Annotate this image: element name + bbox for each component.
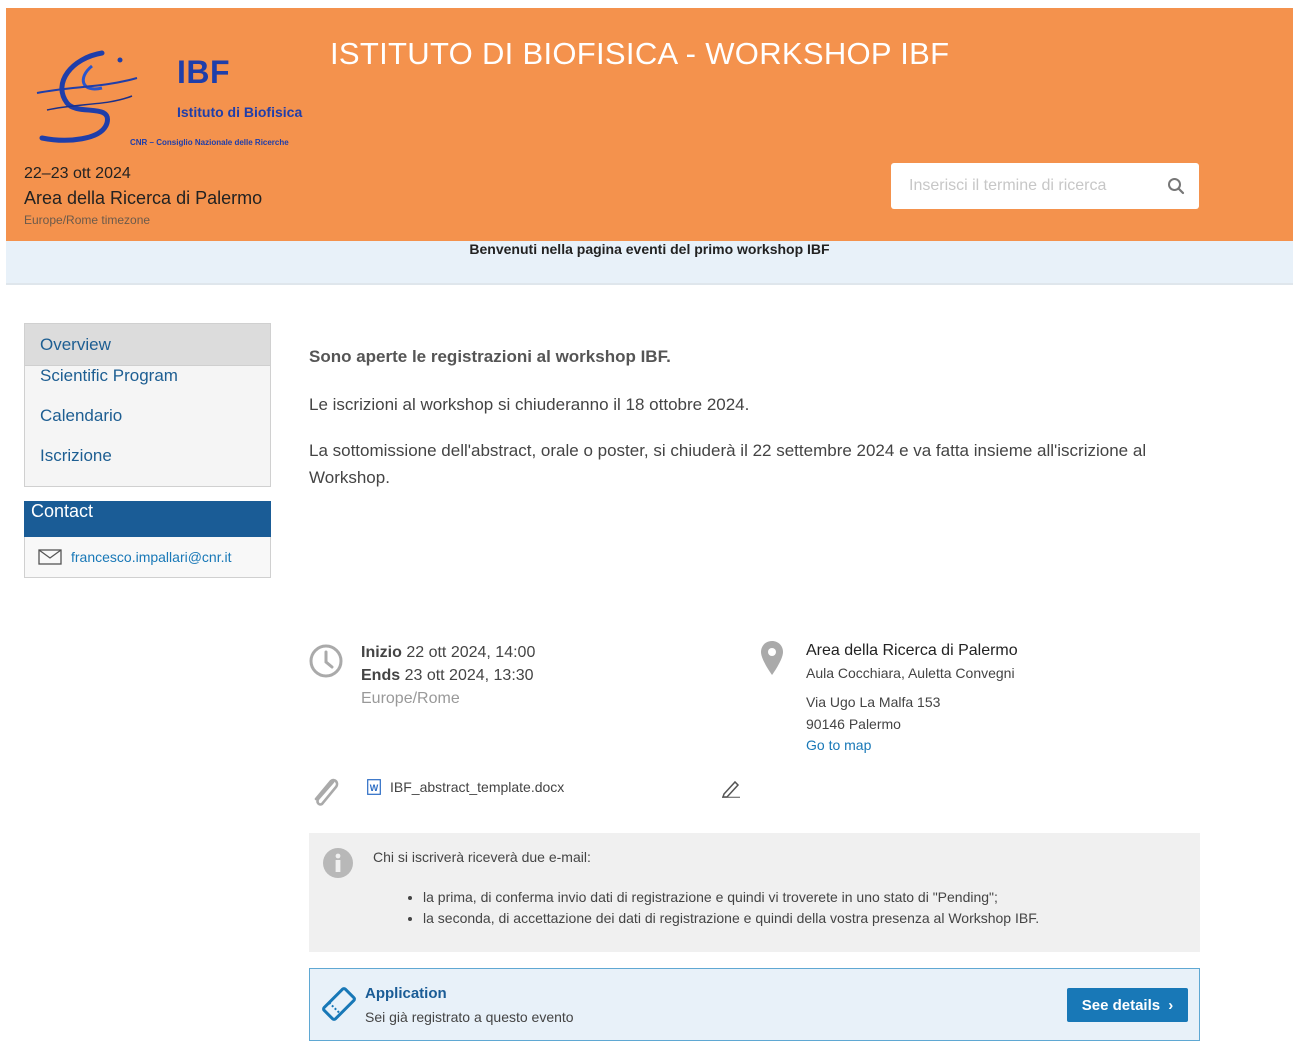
info-intro: Chi si iscriverà riceverà due e-mail:	[373, 849, 591, 865]
contact-heading: Contact	[24, 501, 271, 537]
see-details-label: See details	[1081, 996, 1161, 1014]
ibf-logo[interactable]: IBF Istituto di Biofisica CNR – Consigli…	[32, 48, 312, 158]
abstract-deadline-text: La sottomissione dell'abstract, orale o …	[309, 441, 1147, 487]
registration-deadline-text: Le iscrizioni al workshop si chiuderanno…	[309, 395, 750, 414]
word-document-icon: W	[367, 779, 381, 795]
event-timezone-detail: Europe/Rome	[361, 690, 460, 707]
envelope-icon	[38, 549, 62, 565]
contact-email-link[interactable]: francesco.impallari@cnr.it	[71, 549, 232, 565]
start-value: 22 ott 2024, 14:00	[401, 644, 536, 661]
info-icon	[323, 848, 353, 878]
application-box: Application Sei già registrato a questo …	[309, 968, 1200, 1041]
attachment-link[interactable]: IBF_abstract_template.docx	[390, 779, 564, 795]
sidebar-item-scientific-program[interactable]: Scientific Program	[25, 366, 270, 406]
search-box	[891, 163, 1199, 209]
go-to-map-link[interactable]: Go to map	[806, 737, 871, 753]
info-list: la prima, di conferma invio dati di regi…	[406, 887, 1039, 929]
event-timezone: Europe/Rome timezone	[24, 213, 151, 227]
ticket-icon	[322, 987, 356, 1021]
address-line-1: Via Ugo La Malfa 153	[806, 694, 941, 710]
search-icon[interactable]	[1167, 177, 1185, 195]
logo-abbr: IBF	[177, 54, 231, 90]
event-end: Ends 23 ott 2024, 13:30	[361, 667, 534, 685]
address-line-2: 90146 Palermo	[806, 716, 901, 732]
paperclip-icon	[314, 778, 339, 806]
chevron-right-icon: ›	[1168, 996, 1174, 1014]
location-room: Aula Cocchiara, Auletta Convegni	[806, 665, 1015, 681]
application-status: Sei già registrato a questo evento	[365, 1009, 574, 1025]
see-details-button[interactable]: See details ›	[1067, 988, 1188, 1022]
map-pin-icon	[761, 641, 783, 675]
application-title: Application	[365, 985, 447, 1002]
logo-subtitle: CNR – Consiglio Nazionale delle Ricerche	[130, 138, 289, 147]
sidebar-item-overview[interactable]: Overview	[25, 324, 270, 366]
event-start: Inizio 22 ott 2024, 14:00	[361, 644, 535, 662]
event-dates: 22–23 ott 2024	[24, 165, 131, 182]
svg-text:W: W	[370, 783, 379, 793]
end-label: Ends	[361, 667, 401, 684]
clock-icon	[309, 644, 343, 678]
info-list-item: la prima, di conferma invio dati di regi…	[423, 887, 1039, 908]
event-venue: Area della Ricerca di Palermo	[24, 188, 263, 208]
edit-pencil-icon[interactable]	[720, 778, 742, 798]
info-list-item: la seconda, di accettazione dei dati di …	[423, 908, 1039, 929]
sidebar-menu: Overview Scientific Program Calendario I…	[24, 323, 271, 487]
contact-box: francesco.impallari@cnr.it	[24, 537, 271, 578]
location-name: Area della Ricerca di Palermo	[806, 642, 1018, 659]
logo-name: Istituto di Biofisica	[177, 104, 303, 120]
end-value: 23 ott 2024, 13:30	[400, 667, 534, 684]
event-title[interactable]: ISTITUTO DI BIOFISICA - WORKSHOP IBF	[330, 36, 949, 72]
sidebar-item-calendario[interactable]: Calendario	[25, 406, 270, 446]
announcement-bar: Benvenuti nella pagina eventi del primo …	[6, 241, 1293, 285]
registration-heading: Sono aperte le registrazioni al workshop…	[309, 347, 671, 366]
logo-swoosh-icon	[36, 50, 138, 143]
sidebar-item-iscrizione[interactable]: Iscrizione	[25, 446, 270, 486]
start-label: Inizio	[361, 644, 402, 661]
info-box: Chi si iscriverà riceverà due e-mail: la…	[309, 833, 1200, 952]
search-input[interactable]	[891, 163, 1151, 209]
event-header: IBF Istituto di Biofisica CNR – Consigli…	[6, 8, 1293, 241]
